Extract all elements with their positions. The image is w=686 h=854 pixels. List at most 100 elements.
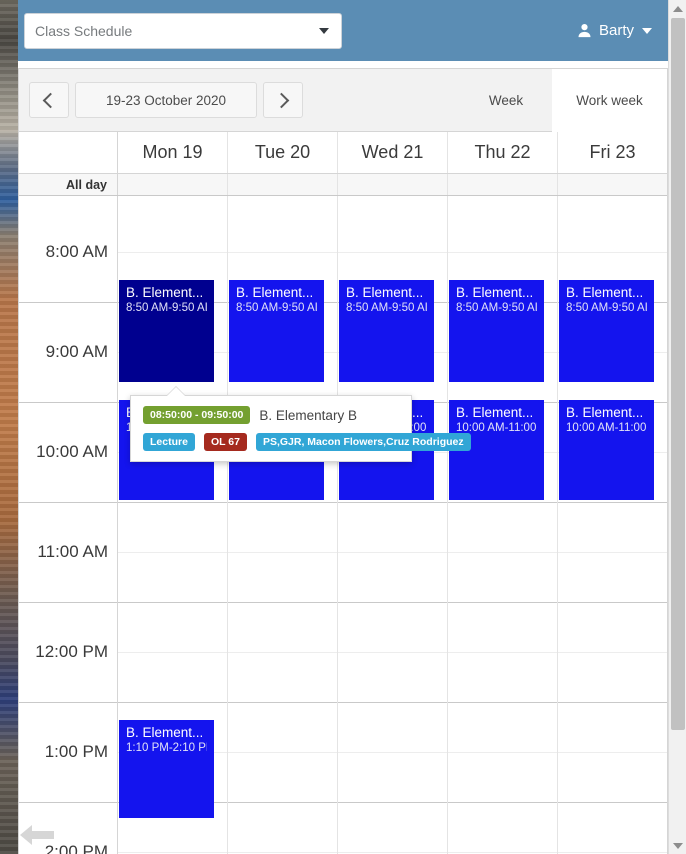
chevron-right-icon <box>273 92 290 108</box>
tab-work-week-label: Work week <box>576 93 643 108</box>
person-icon <box>577 23 592 38</box>
calendar-event[interactable]: B. Element... 8:50 AM-9:50 AI <box>559 280 654 382</box>
grid-half-hour-line <box>118 552 227 553</box>
grid-half-hour-line <box>558 652 667 653</box>
event-time: 8:50 AM-9:50 AI <box>236 302 317 314</box>
grid-half-hour-line <box>228 552 337 553</box>
grid-half-hour-line <box>448 752 557 753</box>
grid-hour-line <box>338 602 447 603</box>
time-grid: 8:00 AM 9:00 AM 10:00 AM 11:00 AM 12:00 PM 1:… <box>19 196 667 854</box>
grid-half-hour-line <box>558 252 667 253</box>
scrollbar-thumb[interactable] <box>671 18 685 730</box>
event-title: B. Element... <box>566 285 644 300</box>
grid-hour-line <box>448 602 557 603</box>
day-column-tue[interactable]: B. Element... 8:50 AM-9:50 AIB. Element..… <box>228 196 338 854</box>
chevron-down-icon <box>319 28 329 34</box>
calendar-event[interactable]: B. Element... 8:50 AM-9:50 AI <box>339 280 434 382</box>
grid-hour-line <box>19 402 117 403</box>
calendar-event[interactable]: B. Element... 8:50 AM-9:50 AI <box>449 280 544 382</box>
chevron-left-icon <box>42 92 59 108</box>
grid-hour-line <box>228 502 337 503</box>
day-header-wed[interactable]: Wed 21 <box>338 132 448 173</box>
grid-hour-line <box>19 602 117 603</box>
tooltip-type-badge: Lecture <box>143 433 195 451</box>
grid-half-hour-line <box>118 652 227 653</box>
day-header-thu[interactable]: Thu 22 <box>448 132 558 173</box>
grid-hour-line <box>448 502 557 503</box>
grid-hour-line <box>558 502 667 503</box>
tab-work-week[interactable]: Work week <box>552 69 667 132</box>
next-period-button[interactable] <box>263 82 303 118</box>
app-root: Class Schedule Barty 19-23 October 2020 <box>0 0 686 854</box>
grid-hour-line <box>228 802 337 803</box>
user-menu[interactable]: Barty <box>577 0 652 61</box>
grid-half-hour-line <box>338 252 447 253</box>
grid-half-hour-line <box>558 752 667 753</box>
previous-period-button[interactable] <box>29 82 69 118</box>
all-day-cell-fri[interactable] <box>558 174 667 195</box>
all-day-cell-tue[interactable] <box>228 174 338 195</box>
event-time: 1:10 PM-2:10 PN <box>126 742 207 754</box>
grid-hour-line <box>228 602 337 603</box>
event-title: B. Element... <box>126 725 204 740</box>
day-column-fri[interactable]: B. Element... 8:50 AM-9:50 AI B. Element..… <box>558 196 667 854</box>
event-title: B. Element... <box>456 285 534 300</box>
grid-half-hour-line <box>228 652 337 653</box>
tooltip-room-badge: OL 67 <box>203 433 247 451</box>
grid-half-hour-line <box>448 252 557 253</box>
calendar-event[interactable]: B. Element... 10:00 AM-11:00 <box>559 400 654 500</box>
event-time: 8:50 AM-9:50 AI <box>566 302 647 314</box>
grid-hour-line <box>118 602 227 603</box>
tab-week-label: Week <box>488 93 524 108</box>
event-time: 10:00 AM-11:00 <box>566 422 647 434</box>
event-title: B. Element... <box>566 405 644 420</box>
day-column-thu[interactable]: B. Element... 8:50 AM-9:50 AI B. Element..… <box>448 196 558 854</box>
header-corner <box>19 132 118 173</box>
date-range-button[interactable]: 19-23 October 2020 <box>75 82 257 118</box>
grid-hour-line <box>558 602 667 603</box>
day-header-tue[interactable]: Tue 20 <box>228 132 338 173</box>
tooltip-row-meta: Lecture OL 67 PS,GJR, Macon Flowers,Cruz… <box>143 433 471 451</box>
calendar-event[interactable]: B. Element... 8:50 AM-9:50 AI <box>229 280 324 382</box>
event-title: B. Element... <box>346 285 424 300</box>
back-arrow-icon <box>20 825 54 850</box>
grid-hour-line <box>19 802 117 803</box>
scrollbar-down-arrow[interactable] <box>669 837 686 854</box>
event-title: B. Element... <box>456 405 534 420</box>
date-navigation: 19-23 October 2020 <box>29 82 303 118</box>
grid-half-hour-line <box>338 652 447 653</box>
grid-hour-line <box>19 702 117 703</box>
schedule-select[interactable]: Class Schedule <box>24 13 342 49</box>
tooltip-row-primary: 08:50:00 - 09:50:00 B. Elementary B <box>143 406 399 424</box>
day-header-mon[interactable]: Mon 19 <box>118 132 228 173</box>
day-column-mon[interactable]: B. Element... 8:50 AM-9:50 AI B. Element..… <box>118 196 228 854</box>
grid-half-hour-line <box>338 552 447 553</box>
tab-week[interactable]: Week <box>460 69 552 132</box>
date-range-label: 19-23 October 2020 <box>105 92 227 108</box>
grid-half-hour-line <box>448 852 557 853</box>
grid-hour-line <box>118 702 227 703</box>
event-time: 8:50 AM-9:50 AI <box>126 302 207 314</box>
event-time: 8:50 AM-9:50 AI <box>346 302 427 314</box>
grid-half-hour-line <box>338 852 447 853</box>
calendar-event[interactable]: B. Element... 1:10 PM-2:10 PN <box>119 720 214 818</box>
scrollbar-up-arrow[interactable] <box>669 0 686 17</box>
calendar-event[interactable]: B. Element... 8:50 AM-9:50 AI <box>119 280 214 382</box>
grid-half-hour-line <box>338 752 447 753</box>
day-header-fri[interactable]: Fri 23 <box>558 132 667 173</box>
page-scrollbar[interactable] <box>668 0 686 854</box>
grid-hour-line <box>118 502 227 503</box>
event-title: B. Element... <box>236 285 314 300</box>
day-header-row: Mon 19 Tue 20 Wed 21 Thu 22 Fri 23 <box>19 132 667 174</box>
grid-half-hour-line <box>228 752 337 753</box>
time-axis-label: 10:00 AM <box>36 442 108 461</box>
scheduler-toolbar: 19-23 October 2020 Week Work week <box>19 69 667 132</box>
all-day-cell-wed[interactable] <box>338 174 448 195</box>
all-day-cell-mon[interactable] <box>118 174 228 195</box>
tooltip-time-badge: 08:50:00 - 09:50:00 <box>143 406 251 424</box>
grid-half-hour-line <box>558 552 667 553</box>
day-column-wed[interactable]: B. Element... 8:50 AM-9:50 AIB. Element..… <box>338 196 448 854</box>
event-time: 8:50 AM-9:50 AI <box>456 302 537 314</box>
all-day-cell-thu[interactable] <box>448 174 558 195</box>
grid-hour-line <box>338 502 447 503</box>
